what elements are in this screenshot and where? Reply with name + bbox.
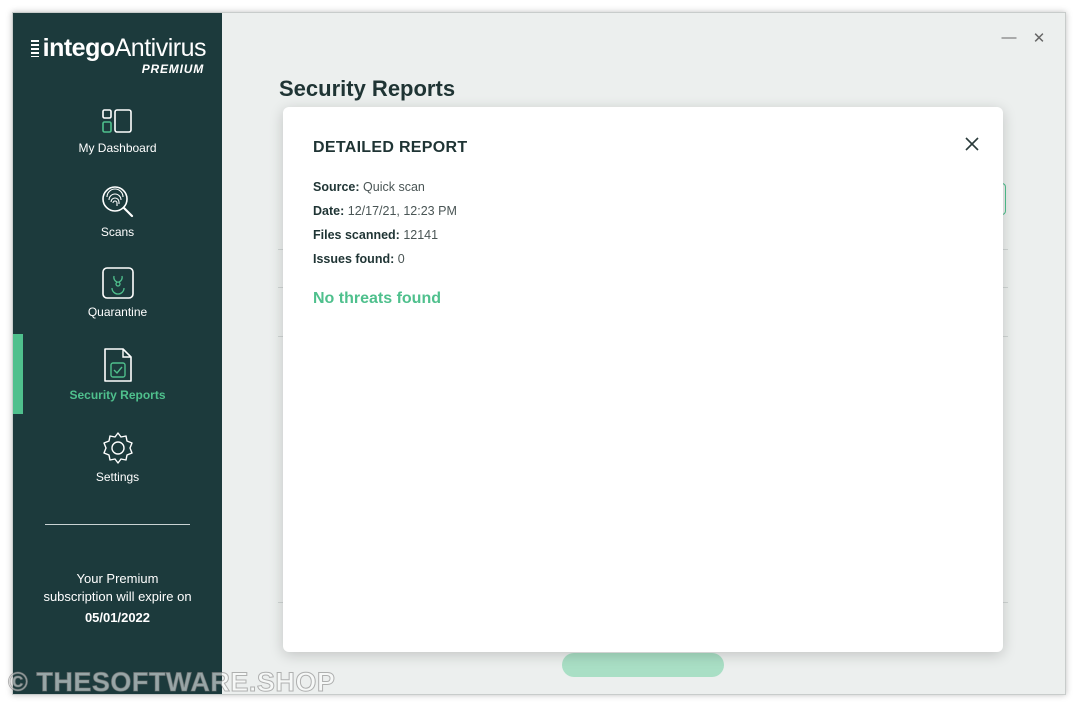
logo-brand: intego bbox=[42, 34, 116, 62]
fingerprint-search-icon bbox=[101, 186, 133, 218]
dialog-title: DETAILED REPORT bbox=[313, 139, 468, 156]
close-icon[interactable] bbox=[963, 135, 981, 153]
close-window-button[interactable]: ✕ bbox=[1031, 29, 1047, 47]
sidebar-item-label: My Dashboard bbox=[78, 141, 157, 155]
sidebar-item-settings[interactable]: Settings bbox=[13, 431, 222, 484]
app-window: intego Antivirus PREMIUM My Dashboard Sc… bbox=[12, 12, 1066, 695]
sidebar-item-label: Scans bbox=[100, 225, 135, 239]
report-field-files-scanned: Files scanned: 12141 bbox=[313, 228, 457, 252]
report-document-icon bbox=[103, 348, 132, 382]
field-label: Issues found: bbox=[313, 252, 395, 266]
sidebar-item-scans[interactable]: Scans bbox=[13, 184, 222, 239]
watermark: © THESOFTWARE.SHOP bbox=[7, 667, 336, 698]
sidebar-divider bbox=[45, 524, 190, 525]
logo-mark-icon bbox=[31, 39, 39, 57]
subscription-info: Your Premium subscription will expire on… bbox=[13, 570, 222, 627]
field-value: Quick scan bbox=[363, 180, 425, 194]
field-value: 0 bbox=[397, 252, 405, 266]
minimize-button[interactable]: — bbox=[1001, 29, 1017, 47]
gear-icon bbox=[102, 432, 133, 464]
field-label: Source: bbox=[313, 180, 360, 194]
dashboard-icon bbox=[101, 109, 132, 133]
biohazard-icon bbox=[101, 267, 134, 299]
report-field-source: Source: Quick scan bbox=[313, 180, 457, 204]
sidebar-item-quarantine[interactable]: Quarantine bbox=[13, 266, 222, 319]
scan-result-status: No threats found bbox=[313, 290, 441, 307]
sidebar: intego Antivirus PREMIUM My Dashboard Sc… bbox=[13, 13, 222, 694]
field-value: 12141 bbox=[403, 228, 439, 242]
detailed-report-dialog: DETAILED REPORT Source: Quick scan Date:… bbox=[283, 107, 1003, 652]
sidebar-item-label: Settings bbox=[95, 470, 140, 484]
sidebar-item-label: Security Reports bbox=[69, 388, 166, 402]
logo-tier: PREMIUM bbox=[141, 62, 204, 76]
field-label: Date: bbox=[313, 204, 345, 218]
window-controls: — ✕ bbox=[1001, 29, 1047, 47]
report-field-date: Date: 12/17/21, 12:23 PM bbox=[313, 204, 457, 228]
primary-action-button[interactable] bbox=[562, 653, 724, 677]
subscription-text: Your Premium subscription will expire on bbox=[43, 571, 192, 604]
sidebar-item-dashboard[interactable]: My Dashboard bbox=[13, 108, 222, 155]
logo-product: Antivirus bbox=[114, 34, 207, 62]
page-title: Security Reports bbox=[279, 76, 456, 101]
sidebar-item-label: Quarantine bbox=[87, 305, 148, 319]
sidebar-item-security-reports[interactable]: Security Reports bbox=[13, 347, 222, 402]
field-value: 12/17/21, 12:23 PM bbox=[347, 204, 457, 218]
report-field-issues-found: Issues found: 0 bbox=[313, 252, 457, 276]
report-details: Source: Quick scan Date: 12/17/21, 12:23… bbox=[313, 180, 457, 276]
subscription-date: 05/01/2022 bbox=[84, 610, 151, 625]
field-label: Files scanned: bbox=[313, 228, 400, 242]
app-logo: intego Antivirus PREMIUM bbox=[31, 34, 207, 76]
